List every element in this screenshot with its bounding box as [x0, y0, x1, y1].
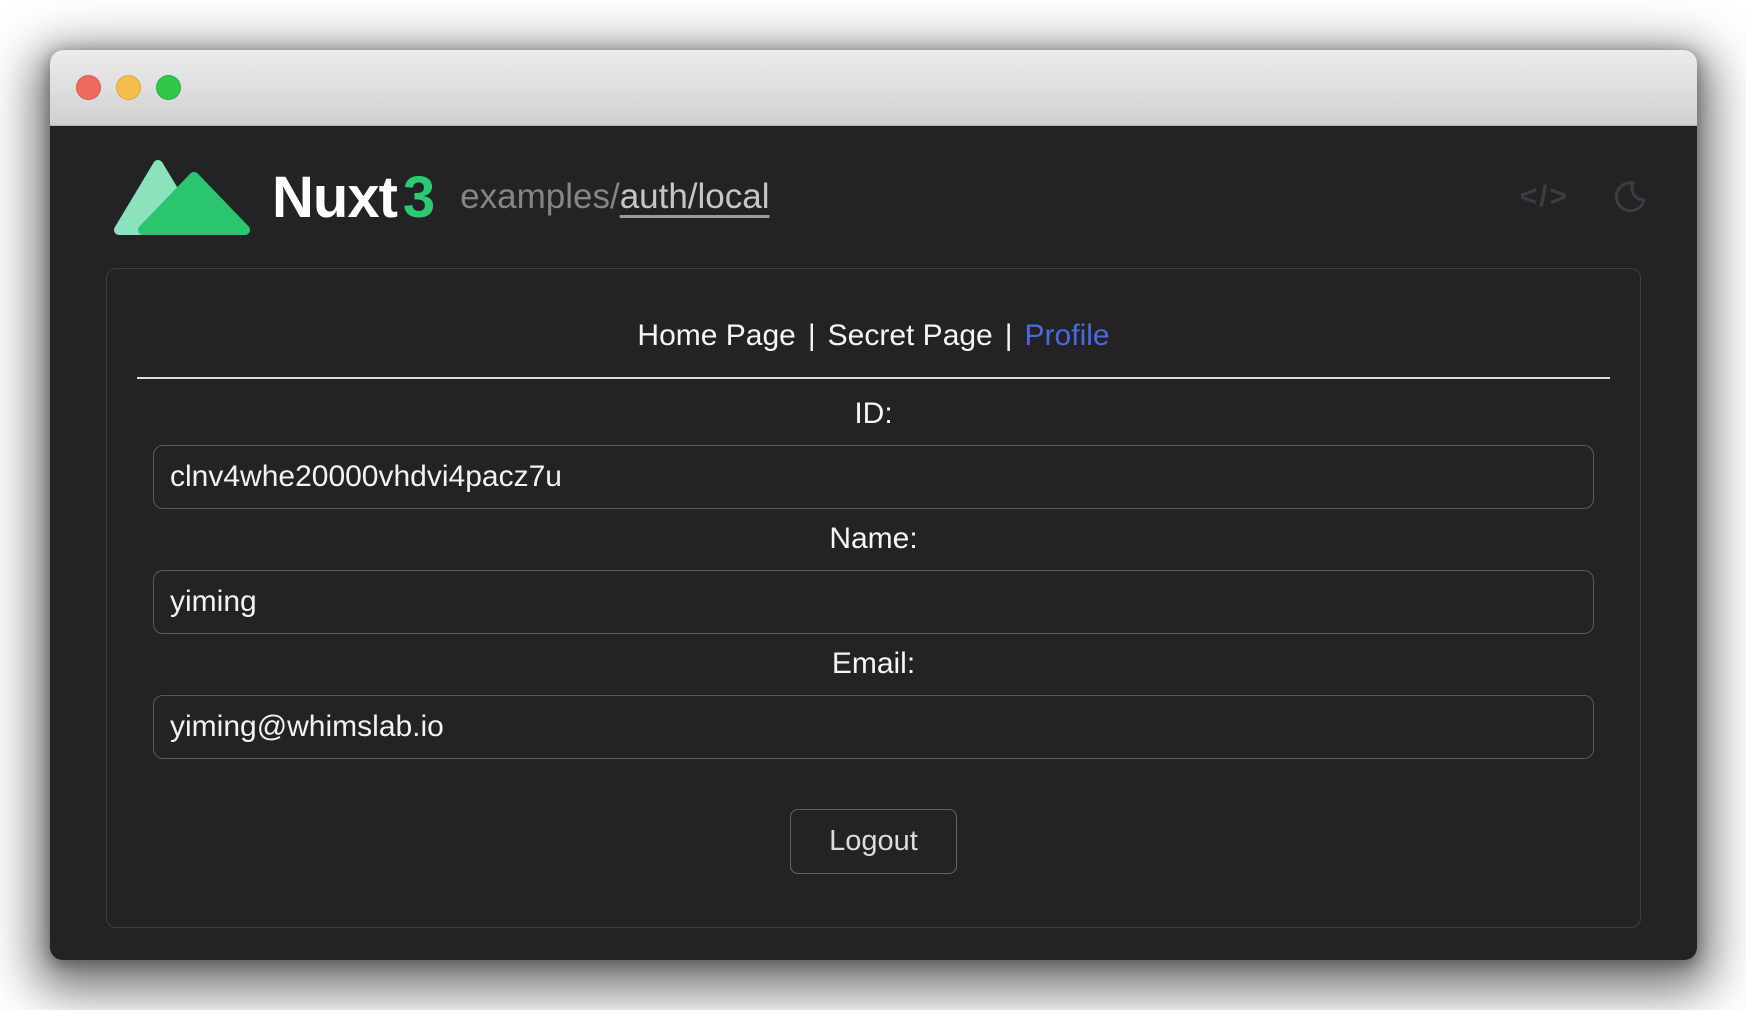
app-header: Nuxt3 examples/auth/local </> [50, 126, 1697, 268]
breadcrumb-prefix: examples/ [460, 177, 620, 216]
page-content: Nuxt3 examples/auth/local </> Home Page |… [50, 126, 1697, 959]
brand-name: Nuxt [272, 165, 397, 230]
window-titlebar[interactable] [50, 50, 1697, 126]
screenshot-stage: Nuxt3 examples/auth/local </> Home Page |… [0, 0, 1746, 1010]
profile-card: Home Page | Secret Page | Profile ID: Name: … [106, 268, 1641, 928]
nuxt-logo-icon [110, 158, 250, 236]
dark-mode-moon-icon[interactable] [1611, 179, 1647, 215]
nav-link-secret[interactable]: Secret Page [828, 319, 993, 352]
email-label: Email: [153, 647, 1594, 681]
nav-link-home[interactable]: Home Page [637, 319, 795, 352]
brand-version: 3 [403, 165, 434, 230]
page-nav: Home Page | Secret Page | Profile [137, 319, 1610, 353]
source-code-icon[interactable]: </> [1520, 180, 1569, 214]
zoom-button[interactable] [156, 75, 181, 100]
nav-separator: | [1005, 319, 1013, 352]
email-input[interactable] [153, 695, 1594, 759]
profile-form: ID: Name: Email: Logout [137, 397, 1610, 874]
button-row: Logout [153, 809, 1594, 874]
breadcrumb: examples/auth/local [460, 177, 769, 217]
name-input[interactable] [153, 570, 1594, 634]
nav-link-profile[interactable]: Profile [1025, 319, 1110, 352]
close-button[interactable] [76, 75, 101, 100]
minimize-button[interactable] [116, 75, 141, 100]
header-icons: </> [1520, 179, 1647, 215]
brand-wordmark: Nuxt3 [272, 164, 434, 231]
nav-divider [137, 377, 1610, 379]
breadcrumb-current-link[interactable]: auth/local [620, 177, 770, 216]
name-label: Name: [153, 522, 1594, 556]
logout-button[interactable]: Logout [790, 809, 957, 874]
nav-separator: | [808, 319, 816, 352]
id-label: ID: [153, 397, 1594, 431]
browser-window: Nuxt3 examples/auth/local </> Home Page |… [50, 50, 1697, 960]
id-input[interactable] [153, 445, 1594, 509]
